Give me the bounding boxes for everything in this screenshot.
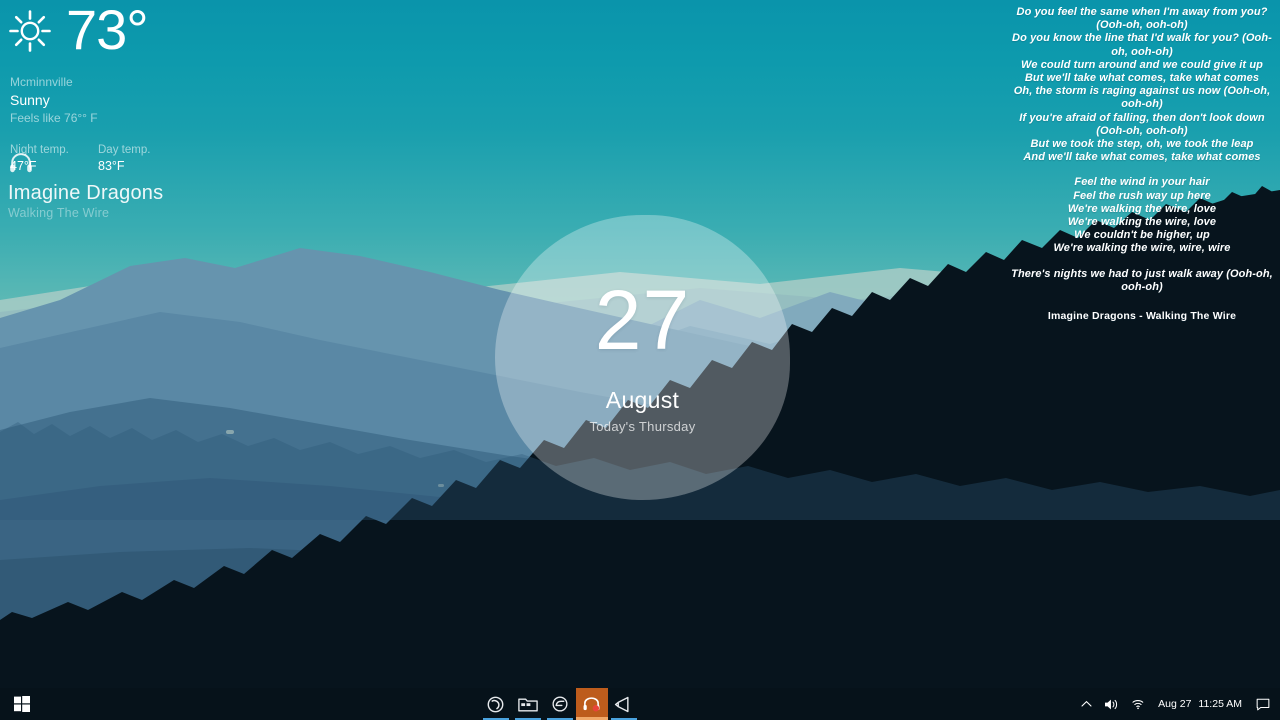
lyric-line: There's nights we had to just walk away … [1011, 267, 1273, 293]
taskbar-app-code-editor[interactable] [608, 688, 640, 720]
music-widget[interactable]: Imagine Dragons Walking The Wire [8, 150, 268, 220]
wifi-icon [1132, 700, 1144, 710]
windows-logo-icon [14, 696, 30, 712]
cortana-icon [487, 696, 504, 712]
lyric-line: But we'll take what comes, take what com… [1024, 72, 1260, 85]
taskbar[interactable]: Aug 27 11:25 AM [0, 688, 1280, 720]
lyrics-panel: Do you feel the same when I'm away from … [1008, 6, 1276, 322]
taskbar-app-buttons [480, 688, 640, 720]
lyric-line: Do you know the line that I'd walk for y… [1012, 32, 1272, 58]
taskbar-app-browser[interactable] [544, 688, 576, 720]
lyric-line: Feel the wind in your hair [1074, 176, 1210, 189]
volume-button[interactable] [1098, 688, 1125, 720]
taskbar-app-media[interactable] [575, 688, 608, 720]
wallpaper-highlight [226, 430, 234, 434]
music-track-title: Walking The Wire [8, 206, 110, 220]
date-weekday-label: Today's Thursday [589, 418, 696, 434]
action-center-button[interactable] [1250, 688, 1276, 720]
taskbar-app-cortana[interactable] [480, 688, 512, 720]
lyrics-spacer [1008, 164, 1276, 176]
lyric-line: Oh, the storm is raging against us now (… [1013, 85, 1271, 111]
date-month-label: August [605, 386, 680, 413]
code-editor-icon [614, 696, 629, 712]
weather-feels-like: Feels like 76°° F [10, 111, 98, 125]
lyric-line: We could turn around and we could give i… [1021, 58, 1263, 71]
taskbar-right-spacer [640, 688, 1076, 720]
browser-icon [552, 696, 568, 712]
show-hidden-icons-button[interactable] [1075, 688, 1098, 720]
start-button[interactable] [0, 688, 44, 720]
taskbar-left-spacer [44, 688, 480, 720]
taskbar-app-file-explorer[interactable] [512, 688, 544, 720]
tray-date: Aug 27 [1158, 698, 1192, 710]
lyrics-verse-3: There's nights we had to just walk away … [1008, 268, 1276, 294]
chevron-up-icon [1081, 700, 1092, 707]
date-widget[interactable]: 27 August Today's Thursday [495, 215, 790, 500]
tray-clock[interactable]: Aug 27 11:25 AM [1152, 688, 1250, 720]
media-app-icon [583, 697, 600, 712]
lyric-line: And we'll take what comes, take what com… [1023, 151, 1261, 164]
action-center-icon [1256, 698, 1270, 710]
weather-temperature: 73° [66, 0, 149, 61]
lyric-line: We're walking the wire, love [1067, 216, 1217, 229]
lyric-line: But we took the step, oh, we took the le… [1030, 138, 1254, 151]
weather-header: 73° [8, 0, 268, 66]
lyrics-now-playing: Imagine Dragons - Walking The Wire [1047, 310, 1237, 323]
date-day-number: 27 [594, 273, 691, 368]
lyric-line: We're walking the wire, love [1067, 202, 1217, 215]
file-explorer-icon [517, 698, 538, 712]
weather-condition: Sunny [10, 92, 50, 108]
music-artist: Imagine Dragons [8, 182, 164, 204]
lyric-line: We couldn't be higher, up [1074, 229, 1210, 242]
desktop[interactable]: 27 August Today's Thursday 73° Mcminnvil… [0, 0, 1280, 720]
lyric-line: Feel the rush way up here [1073, 189, 1211, 202]
sun-icon [9, 10, 51, 52]
lyrics-verse-1: Do you feel the same when I'm away from … [1008, 6, 1276, 164]
lyric-line: We're walking the wire, wire, wire [1053, 242, 1231, 255]
lyrics-spacer-2 [1008, 256, 1276, 268]
system-tray: Aug 27 11:25 AM [1075, 688, 1280, 720]
volume-icon [1105, 699, 1118, 709]
lyrics-verse-2: Feel the wind in your hair Feel the rush… [1008, 176, 1276, 255]
network-button[interactable] [1125, 688, 1152, 720]
headphones-icon [10, 153, 32, 173]
weather-city: Mcminnville [10, 75, 73, 89]
lyric-line: Do you feel the same when I'm away from … [1016, 6, 1268, 32]
tray-time: 11:25 AM [1198, 698, 1242, 710]
wallpaper-highlight-2 [438, 484, 444, 487]
lyric-line: If you're afraid of falling, then don't … [1019, 111, 1265, 137]
